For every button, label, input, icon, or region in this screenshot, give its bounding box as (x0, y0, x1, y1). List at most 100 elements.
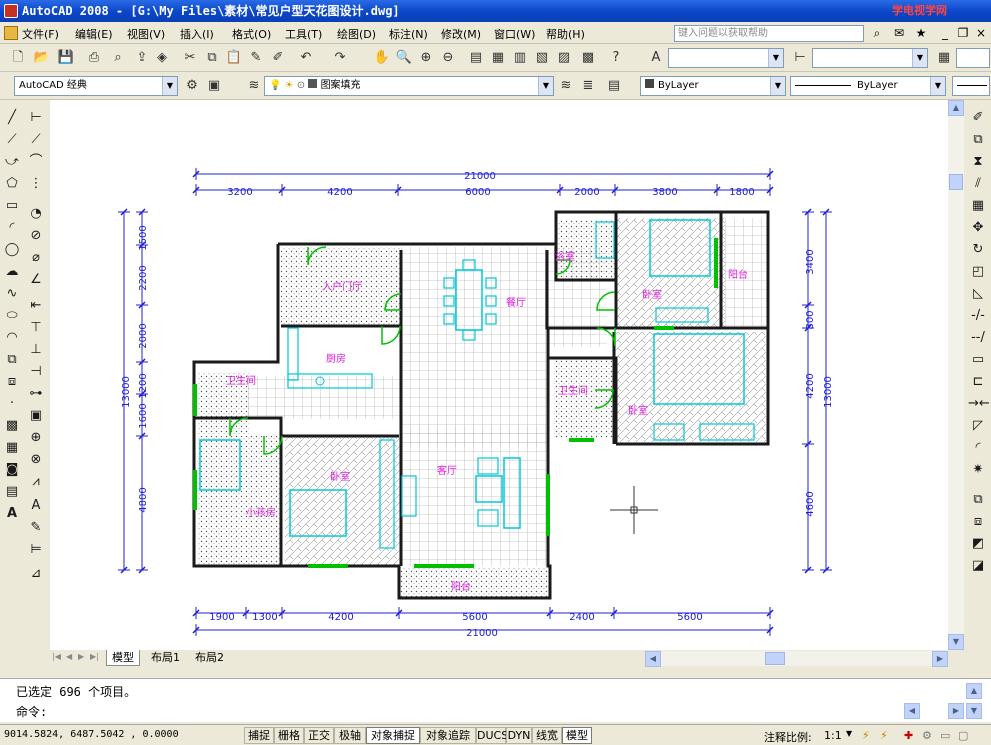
open-icon[interactable]: 📂 (32, 48, 52, 68)
help-icon[interactable]: ? (606, 48, 626, 68)
menu-edit[interactable]: 编辑(E) (75, 26, 113, 42)
quick-dimension-icon[interactable]: ⇤ (26, 296, 46, 316)
extend-icon[interactable]: --/ (968, 328, 988, 348)
toggle-dyn[interactable]: DYN (506, 727, 532, 744)
chevron-down-icon[interactable]: ▼ (930, 77, 945, 95)
pan-icon[interactable]: ✋ (372, 48, 392, 68)
join-icon[interactable]: →← (968, 394, 990, 414)
scroll-down-icon[interactable]: ▼ (948, 634, 964, 650)
jogged-linear-icon[interactable]: ⩘ (26, 472, 46, 492)
copy-object-icon[interactable]: ⧉ (968, 130, 988, 150)
linetype-combo[interactable]: ByLayer ▼ (790, 76, 946, 96)
menu-file[interactable]: 文件(F) (22, 26, 59, 42)
horizontal-scrollbar[interactable]: ◀ ▶ (645, 651, 948, 667)
bring-above-icon[interactable]: ◩ (968, 534, 988, 554)
paste-icon[interactable]: 📋 (224, 48, 244, 68)
dimension-space-icon[interactable]: ⊣ (26, 362, 46, 382)
publish-3d-icon[interactable]: ◈ (152, 48, 172, 68)
fillet-icon[interactable]: ◜ (968, 438, 988, 458)
move-icon[interactable]: ✥ (968, 218, 988, 238)
plot-preview-icon[interactable]: ⌕ (108, 48, 128, 68)
chevron-down-icon[interactable]: ▼ (538, 77, 553, 95)
erase-icon[interactable]: ✐ (968, 108, 988, 128)
toggle-osnap[interactable]: 对象捕捉 (366, 727, 420, 744)
sheet-set-icon[interactable]: ▧ (532, 48, 552, 68)
color-combo[interactable]: ByLayer ▼ (640, 76, 786, 96)
calculator-icon[interactable]: ▩ (578, 48, 598, 68)
toggle-model[interactable]: 模型 (562, 727, 592, 744)
baseline-dimension-icon[interactable]: ⊤ (26, 318, 46, 338)
tolerance-icon[interactable]: ▣ (26, 406, 46, 426)
center-mark-icon[interactable]: ⊕ (26, 428, 46, 448)
diameter-dimension-icon[interactable]: ⌀ (26, 248, 46, 268)
minimize-icon[interactable]: _ (936, 25, 954, 42)
continue-dimension-icon[interactable]: ⊥ (26, 340, 46, 360)
help-search-icon[interactable]: ⌕ (868, 25, 886, 42)
toggle-otrack[interactable]: 对象追踪 (420, 727, 476, 744)
dimension-style-icon[interactable]: ⊢ (790, 48, 810, 68)
block-editor-icon[interactable]: ✐ (268, 48, 288, 68)
annotation-visibility-icon[interactable]: ⚡ (862, 729, 870, 742)
print-icon[interactable]: ⎙ (84, 48, 104, 68)
coordinate-readout[interactable]: 9014.5824, 6487.5042 , 0.0000 (4, 729, 179, 740)
toggle-grid[interactable]: 栅格 (274, 727, 304, 744)
dimension-style-icon[interactable]: ⊿ (26, 564, 46, 584)
menu-help[interactable]: 帮助(H) (546, 26, 585, 42)
command-scroll-up-icon[interactable]: ▲ (966, 683, 982, 699)
close-icon[interactable]: × (972, 25, 990, 42)
radius-dimension-icon[interactable]: ◔ (26, 204, 46, 224)
make-layer-current-icon[interactable]: ≋ (556, 76, 576, 96)
horizontal-scroll-thumb[interactable] (765, 652, 785, 665)
dimension-update-icon[interactable]: ⊨ (26, 540, 46, 560)
help-search-input[interactable]: 键入问题以获取帮助 (674, 25, 864, 42)
table-style-icon[interactable]: ▦ (934, 48, 954, 68)
properties-icon[interactable]: ▤ (466, 48, 486, 68)
toggle-ortho[interactable]: 正交 (304, 727, 334, 744)
scroll-up-icon[interactable]: ▲ (948, 100, 964, 116)
lock-icon[interactable]: ✚ (904, 729, 913, 742)
menu-tools[interactable]: 工具(T) (285, 26, 322, 42)
revision-cloud-icon[interactable]: ☁ (2, 262, 22, 282)
favorites-icon[interactable]: ★ (912, 25, 930, 42)
command-scroll-right-icon[interactable]: ▶ (948, 703, 964, 719)
workspace-combo[interactable]: AutoCAD 经典 ▼ (14, 76, 178, 96)
toggle-snap[interactable]: 捕捉 (244, 727, 274, 744)
toggle-polar[interactable]: 极轴 (334, 727, 366, 744)
vertical-scroll-thumb[interactable] (949, 174, 963, 190)
table-icon[interactable]: ▤ (2, 482, 22, 502)
draw-order-back-icon[interactable]: ⧈ (968, 512, 988, 532)
chevron-down-icon[interactable]: ▼ (912, 49, 927, 67)
hatch-icon[interactable]: ▩ (2, 416, 22, 436)
tray-settings-icon[interactable]: ⚙ (922, 729, 932, 742)
new-icon[interactable]: 🗋 (8, 48, 28, 68)
dimension-edit-icon[interactable]: A (26, 496, 46, 516)
tab-layout1[interactable]: 布局1 (146, 650, 185, 666)
ellipse-arc-icon[interactable]: ◠ (2, 328, 22, 348)
tab-nav-first-icon[interactable]: |◀ (52, 652, 61, 661)
point-icon[interactable]: · (2, 394, 22, 414)
chamfer-icon[interactable]: ◸ (968, 416, 988, 436)
tab-model[interactable]: 模型 (106, 650, 140, 666)
toggle-ducs[interactable]: DUCS (476, 727, 508, 744)
tab-nav-prev-icon[interactable]: ◀ (66, 652, 72, 661)
redo-icon[interactable]: ↷ (330, 48, 350, 68)
region-icon[interactable]: ◙ (2, 460, 22, 480)
design-center-icon[interactable]: ▦ (488, 48, 508, 68)
offset-icon[interactable]: ⫽ (968, 174, 988, 194)
zoom-previous-icon[interactable]: ⊖ (438, 48, 458, 68)
menu-view[interactable]: 视图(V) (127, 26, 165, 42)
aligned-dimension-icon[interactable]: ⟋ (26, 130, 46, 150)
command-scroll-left-icon[interactable]: ◀ (904, 703, 920, 719)
spline-icon[interactable]: ∿ (2, 284, 22, 304)
insert-block-icon[interactable]: ⧉ (2, 350, 22, 370)
workspace-settings-icon[interactable]: ⚙ (182, 76, 202, 96)
break-at-point-icon[interactable]: ▭ (968, 350, 988, 370)
text-style-icon[interactable]: A (646, 48, 666, 68)
multiline-text-icon[interactable]: A (2, 504, 22, 524)
drawing-area[interactable]: 入户门厅 餐厅 厨房 卫生间 客厅 卧室 小孩房 阳台 浴室 卧室 阳台 卫生间… (50, 100, 948, 650)
my-workspace-icon[interactable]: ▣ (204, 76, 224, 96)
break-icon[interactable]: ⊏ (968, 372, 988, 392)
array-icon[interactable]: ▦ (968, 196, 988, 216)
jogged-dimension-icon[interactable]: ⊘ (26, 226, 46, 246)
layer-manager-icon[interactable]: ≋ (244, 76, 264, 96)
